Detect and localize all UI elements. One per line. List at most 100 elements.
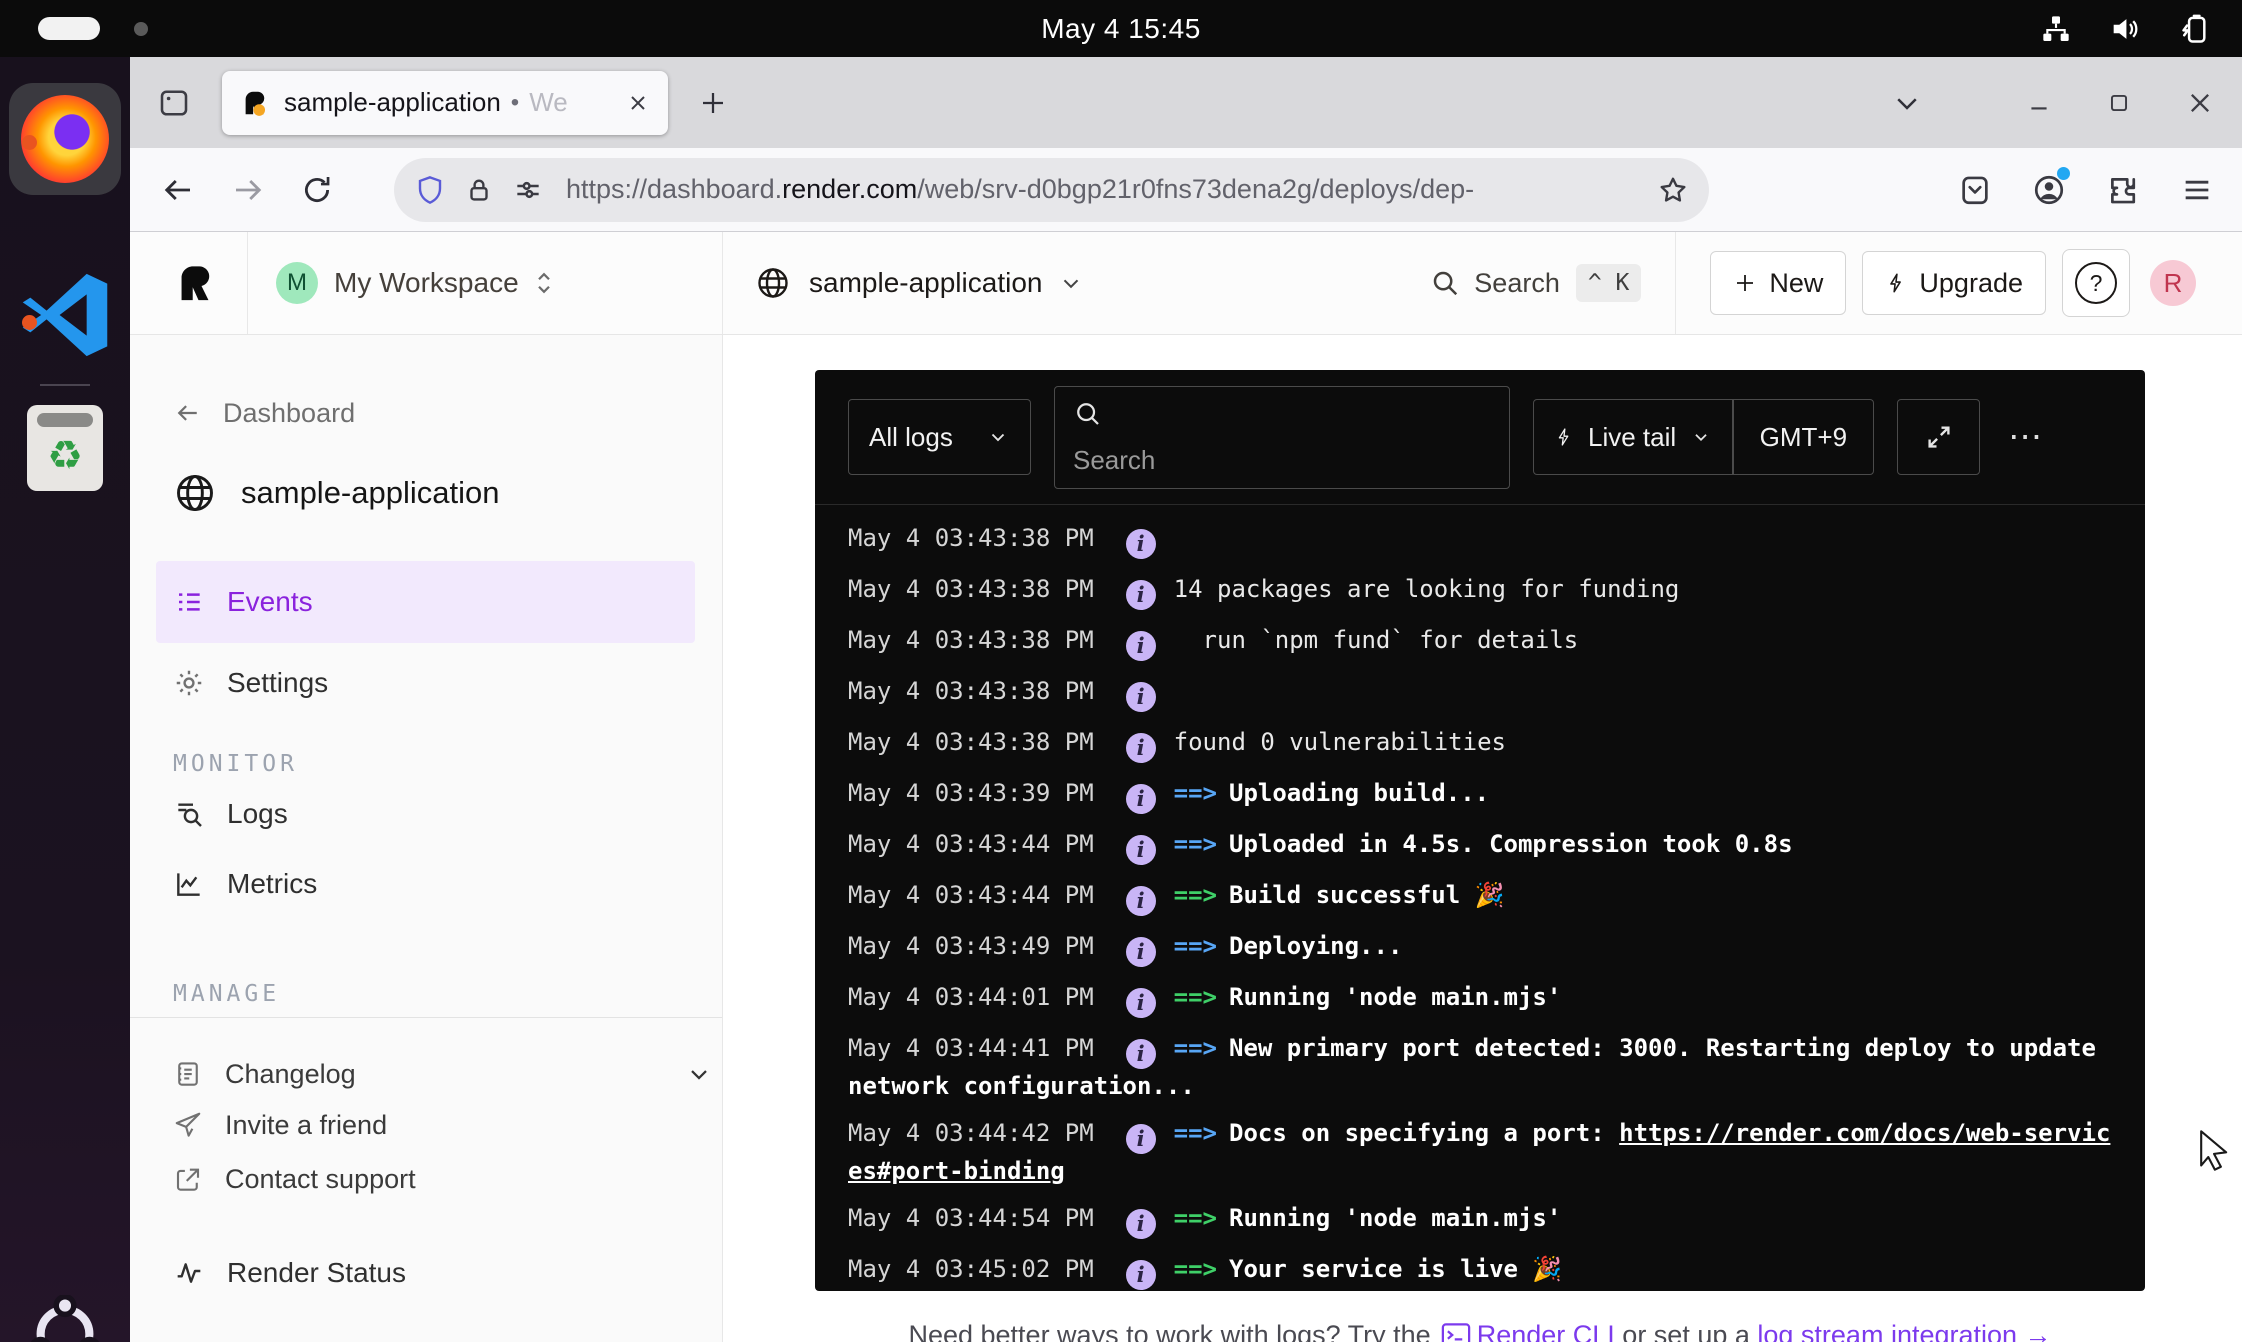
timezone-button[interactable]: GMT+9 — [1734, 422, 1873, 453]
sidebar-item-render-status[interactable]: Render Status — [130, 1250, 722, 1296]
new-tab-button[interactable] — [698, 88, 728, 118]
maximize-button[interactable] — [2106, 90, 2132, 116]
dock-item-trash[interactable]: ♻ — [0, 405, 130, 491]
sidebar-item-logs[interactable]: Logs — [130, 779, 722, 849]
trash-icon: ♻ — [27, 405, 103, 491]
url-text[interactable]: https://dashboard.render.com/web/srv-d0b… — [566, 174, 1657, 205]
volume-icon[interactable] — [2108, 12, 2142, 46]
reload-icon[interactable] — [300, 173, 334, 207]
log-toolbar: All logs Search — [815, 370, 2145, 505]
tab-title-separator: • — [511, 89, 519, 117]
log-entry: May 4 03:43:38 PMi14 packages are lookin… — [848, 572, 2112, 610]
sidebar-item-changelog[interactable]: Changelog — [130, 1050, 713, 1098]
battery-charging-icon[interactable] — [2178, 12, 2214, 46]
system-tray[interactable] — [2040, 0, 2214, 57]
sidebar-item-metrics[interactable]: Metrics — [130, 849, 722, 919]
extensions-icon[interactable] — [2106, 173, 2140, 207]
app-header: M My Workspace sample-application — [130, 232, 2242, 335]
network-icon[interactable] — [2040, 13, 2072, 45]
live-tail-control[interactable]: Live tail GMT+9 — [1533, 399, 1874, 475]
log-entry: May 4 03:43:49 PMi==>Deploying... — [848, 929, 2112, 967]
account-icon[interactable] — [2032, 173, 2066, 207]
log-arrow: ==> — [1174, 932, 1217, 960]
minimize-button[interactable] — [2026, 90, 2052, 116]
info-badge-icon: i — [1126, 1260, 1156, 1290]
browser-window: sample-application • We — [130, 57, 2242, 1342]
render-cli-link[interactable]: Render CLI — [1477, 1320, 1615, 1342]
url-bar[interactable]: https://dashboard.render.com/web/srv-d0b… — [394, 158, 1709, 222]
logs-footer-hint: Need better ways to work with logs? Try … — [815, 1320, 2145, 1342]
info-badge-icon: i — [1126, 1039, 1156, 1069]
log-timestamp: May 4 03:44:41 PM — [848, 1034, 1094, 1062]
forward-icon[interactable] — [230, 172, 266, 208]
url-domain: render.com — [782, 174, 917, 204]
info-badge-icon: i — [1126, 631, 1156, 661]
new-button[interactable]: New — [1710, 251, 1846, 315]
sidebar-item-contact-support[interactable]: Contact support — [130, 1152, 722, 1206]
sidebar-item-invite-a-friend[interactable]: Invite a friend — [130, 1098, 722, 1152]
log-filter-dropdown[interactable]: All logs — [848, 399, 1031, 475]
workspace-avatar[interactable]: M — [276, 262, 318, 304]
log-more-menu[interactable]: ⋯ — [2008, 417, 2045, 457]
service-selector[interactable]: sample-application — [755, 265, 1084, 301]
changelog-chevron-icon — [685, 1060, 713, 1088]
dock: ♻ — [0, 57, 130, 1342]
list-all-tabs-chevron-icon[interactable] — [1892, 88, 1922, 118]
log-entry: May 4 03:45:02 PMi==>Your service is liv… — [848, 1252, 2112, 1290]
sidebar-service-name[interactable]: sample-application — [130, 469, 722, 517]
sidebar-item-events[interactable]: Events — [156, 561, 695, 643]
info-badge-icon: i — [1126, 580, 1156, 610]
sidebar-item-settings[interactable]: Settings — [130, 643, 722, 723]
info-badge-icon: i — [1126, 784, 1156, 814]
lock-icon[interactable] — [464, 174, 494, 206]
log-panel: All logs Search — [815, 370, 2145, 1291]
workspace-switcher-chevrons-icon[interactable] — [533, 268, 555, 298]
log-entry: May 4 03:44:01 PMi==>Running 'node main.… — [848, 980, 2112, 1018]
menu-hamburger-icon[interactable] — [2180, 173, 2214, 207]
live-tail-dropdown[interactable]: Live tail — [1534, 400, 1732, 474]
log-arrow: ==> — [1174, 1204, 1217, 1232]
gear-icon — [173, 667, 205, 699]
permissions-icon[interactable] — [512, 174, 544, 206]
tracking-protection-shield-icon[interactable] — [414, 173, 446, 207]
global-search[interactable]: Search ^ K — [1430, 264, 1641, 302]
log-timestamp: May 4 03:44:01 PM — [848, 983, 1094, 1011]
log-timestamp: May 4 03:43:49 PM — [848, 932, 1094, 960]
log-entry: May 4 03:43:38 PMi — [848, 674, 2112, 712]
render-logo[interactable] — [175, 262, 217, 304]
dock-item-firefox[interactable] — [0, 83, 130, 195]
log-arrow: ==> — [1174, 830, 1217, 858]
log-message: 14 packages are looking for funding — [1174, 575, 1680, 603]
app-header-left: M My Workspace — [130, 232, 723, 334]
log-message: Running 'node main.mjs' — [1229, 983, 1561, 1011]
back-icon[interactable] — [160, 172, 196, 208]
tab-favicon-render — [240, 88, 270, 118]
log-stream-integration-link[interactable]: log stream integration → — [1757, 1320, 2051, 1342]
user-avatar[interactable]: R — [2150, 260, 2196, 306]
log-timestamp: May 4 03:44:54 PM — [848, 1204, 1094, 1232]
firefox-view-icon[interactable] — [156, 85, 192, 121]
log-timestamp: May 4 03:44:42 PM — [848, 1119, 1094, 1147]
tab-sample-application[interactable]: sample-application • We — [222, 71, 668, 135]
system-clock[interactable]: May 4 15:45 — [0, 13, 2242, 45]
dock-item-ubuntu[interactable] — [0, 1295, 130, 1342]
upgrade-button[interactable]: Upgrade — [1862, 251, 2046, 315]
workspace-name[interactable]: My Workspace — [334, 267, 519, 299]
info-badge-icon: i — [1126, 835, 1156, 865]
log-timestamp: May 4 03:43:38 PM — [848, 524, 1094, 552]
tab-close-icon[interactable] — [626, 91, 650, 115]
expand-logs-button[interactable] — [1897, 399, 1980, 475]
sidebar-divider — [130, 1017, 722, 1018]
sidebar-back-dashboard[interactable]: Dashboard — [130, 393, 722, 433]
globe-icon — [173, 471, 217, 515]
help-button[interactable]: ? — [2062, 249, 2130, 317]
log-arrow: ==> — [1174, 983, 1217, 1011]
dock-item-vscode[interactable] — [0, 263, 130, 367]
log-entry: May 4 03:44:42 PMi==>Docs on specifying … — [848, 1116, 2112, 1188]
bookmark-star-icon[interactable] — [1657, 174, 1689, 206]
log-search-input[interactable]: Search — [1054, 386, 1510, 489]
close-window-button[interactable] — [2186, 89, 2214, 117]
pocket-save-icon[interactable] — [1958, 173, 1992, 207]
render-app: M My Workspace sample-application — [130, 232, 2242, 1342]
app-header-right: Search ^ K New Upgrade ? R — [1430, 232, 2242, 334]
